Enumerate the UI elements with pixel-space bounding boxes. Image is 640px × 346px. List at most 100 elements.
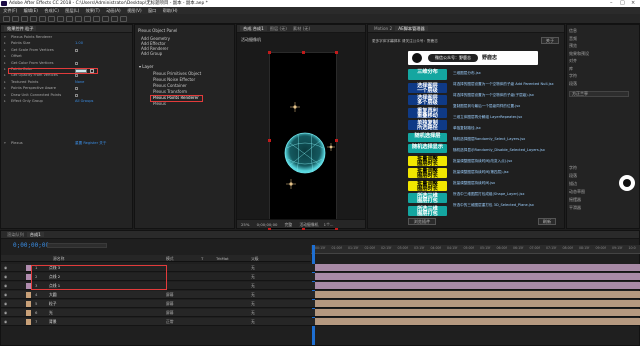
visibility-eye-icon[interactable]: ◉ xyxy=(4,300,7,308)
layer-mode[interactable]: 屏幕 xyxy=(166,300,174,308)
right-panel-section[interactable]: 描边 xyxy=(569,181,577,187)
effect-property-row[interactable]: ▸ Points Size 1.00 xyxy=(1,41,132,46)
comp-tab[interactable]: 素材 (无) xyxy=(290,26,313,31)
eraser-tool-icon[interactable] xyxy=(111,16,118,22)
script-item[interactable]: 所选中三维图层打包成组(Shape_Layer).jsx xyxy=(453,192,525,197)
script-item[interactable]: 批量调整图层持续时间.jsx xyxy=(453,181,495,186)
eyedropper-icon[interactable] xyxy=(90,69,94,73)
layer-row[interactable]: ◉ 7 背景 正常 无 xyxy=(1,318,640,326)
effect-property-row[interactable]: ▸ Offset xyxy=(1,54,132,59)
browse-plugins-button[interactable]: 浏览插件 xyxy=(408,218,436,225)
layer-row[interactable]: ◉ 6 光 屏幕 无 xyxy=(1,309,640,317)
layer-duration-bar[interactable] xyxy=(315,273,640,280)
visibility-eye-icon[interactable]: ◉ xyxy=(4,309,7,317)
right-panel-section[interactable]: 平滑器 xyxy=(569,205,581,211)
plexus-tree-item[interactable]: Plexus Transform xyxy=(153,89,187,94)
layer-name[interactable]: 粒子 xyxy=(49,300,57,308)
type-tool-icon[interactable] xyxy=(84,16,91,22)
plexus-tree-item[interactable]: Plexus Container xyxy=(153,83,187,88)
right-panel-item[interactable]: 效果和预设 xyxy=(569,51,589,57)
column-header[interactable]: 源名称 xyxy=(53,255,64,262)
brush-tool-icon[interactable] xyxy=(93,16,100,22)
comp-tab[interactable]: 图层 (无) xyxy=(267,26,290,31)
right-panel-item[interactable]: 字符 xyxy=(569,73,577,79)
layer-name[interactable]: 大圆 xyxy=(49,291,57,299)
plexus-tree-item[interactable]: Plexus Primitives Object xyxy=(153,71,201,76)
script-category-button[interactable]: 选择图层 一个层级 xyxy=(408,82,447,94)
label-color-chip[interactable] xyxy=(26,301,31,307)
plexus-add-item[interactable]: Add Group xyxy=(141,51,162,56)
script-category-button[interactable]: 随机选择显示 xyxy=(408,144,447,153)
right-panel-section[interactable]: 段落 xyxy=(569,173,577,179)
timeline-tab[interactable]: 渲染队列 xyxy=(4,232,27,237)
layer-row[interactable]: ◉ 5 粒子 屏幕 无 xyxy=(1,300,640,308)
effect-property-row[interactable]: ▸ Get Color From Vertices xyxy=(1,61,132,66)
script-category-button[interactable]: 重复再利 重叠移动 xyxy=(408,107,447,119)
column-header[interactable]: TrkMat xyxy=(216,255,229,262)
visibility-eye-icon[interactable]: ◉ xyxy=(4,282,7,290)
layer-search-input[interactable] xyxy=(47,243,107,248)
expand-arrow-icon[interactable]: ▸ xyxy=(4,54,6,59)
expand-arrow-icon[interactable]: ▾ xyxy=(4,35,6,40)
property-value[interactable]: None xyxy=(75,80,84,85)
script-item[interactable]: 将选择的图层设置为一个空物体的子级 Add Parented Null.jsx xyxy=(453,82,554,87)
script-category-button[interactable]: 批量调整 图层时长 xyxy=(408,168,447,179)
layer-parent[interactable]: 无 xyxy=(251,273,255,281)
script-category-button[interactable]: 选择图层 多个层级 xyxy=(408,95,447,106)
layer-parent[interactable]: 无 xyxy=(251,300,255,308)
menu-item[interactable]: 窗口 xyxy=(145,8,160,13)
layer-mode[interactable]: 正常 xyxy=(166,318,174,326)
expand-arrow-icon[interactable]: ▸ xyxy=(4,73,6,78)
property-value[interactable]: 重置 Register 关于 xyxy=(75,141,106,146)
right-panel-item[interactable]: 预览 xyxy=(569,43,577,49)
camera-tool-icon[interactable] xyxy=(48,16,55,22)
effect-property-row[interactable]: ▾ Plexus 重置 Register 关于 xyxy=(1,141,132,146)
expand-arrow-icon[interactable]: ▸ xyxy=(4,48,6,53)
menu-item[interactable]: 视图(V) xyxy=(124,8,145,13)
column-header[interactable]: 模式 xyxy=(166,255,174,262)
layer-duration-bar[interactable] xyxy=(315,309,640,316)
right-panel-item[interactable]: 音频 xyxy=(569,36,577,42)
layer-duration-bar[interactable] xyxy=(315,282,640,289)
effect-property-row[interactable]: ▸ Draw Unit Connected Points xyxy=(1,93,132,98)
effect-controls-tab[interactable]: 效果控件 粒子 xyxy=(4,26,37,31)
timeline-tab[interactable]: 合成1 xyxy=(26,232,44,237)
checkbox[interactable] xyxy=(75,48,78,52)
expand-arrow-icon[interactable]: ▸ xyxy=(4,67,6,72)
hand-tool-icon[interactable] xyxy=(21,16,28,22)
right-panel-item[interactable]: 对齐 xyxy=(569,58,577,64)
expand-arrow-icon[interactable]: ▸ xyxy=(4,41,6,46)
checkbox[interactable] xyxy=(75,61,78,65)
rotate-tool-icon[interactable] xyxy=(39,16,46,22)
effect-property-row[interactable]: ▸ Effect Only Group All Groups xyxy=(1,99,132,104)
script-category-button[interactable]: 批量调整 图层时长 xyxy=(408,180,447,192)
script-category-button[interactable]: 随机选择层 xyxy=(408,132,447,142)
layer-mode[interactable]: 屏幕 xyxy=(166,309,174,317)
layer-name[interactable]: 光 xyxy=(49,309,53,317)
composition-canvas[interactable] xyxy=(268,51,338,230)
points-color-swatch[interactable] xyxy=(75,69,87,73)
close-icon[interactable]: × xyxy=(631,0,635,7)
script-item[interactable]: 三维图层分布.jsx xyxy=(453,71,481,76)
expand-arrow-icon[interactable]: ▸ xyxy=(4,99,6,104)
script-category-button[interactable]: 所选三维 图层打包 xyxy=(408,193,447,204)
checkbox[interactable] xyxy=(75,93,78,97)
effect-property-row[interactable]: ▸ Points Perspective Aware xyxy=(1,86,132,91)
right-panel-section[interactable]: 字符 xyxy=(569,165,577,171)
label-color-chip[interactable] xyxy=(26,319,31,325)
zoom-level[interactable]: 25% xyxy=(241,222,249,227)
right-panel-item[interactable]: 库 xyxy=(569,66,573,72)
plexus-tree-item[interactable]: Plexus Noise Effector xyxy=(153,77,195,82)
script-category-button[interactable]: 三维分布 xyxy=(408,69,447,80)
home-tool-icon[interactable] xyxy=(3,16,10,22)
current-time[interactable]: 0;00;00;00 xyxy=(257,222,278,227)
menu-item[interactable]: 帮助(H) xyxy=(160,8,181,13)
camera-select[interactable]: 活动摄像机 xyxy=(299,222,318,227)
pen-tool-icon[interactable] xyxy=(75,16,82,22)
property-value[interactable]: All Groups xyxy=(75,99,93,104)
layer-parent[interactable]: 无 xyxy=(251,264,255,272)
checkbox[interactable] xyxy=(75,74,78,78)
script-item[interactable]: 所选中的三维图层重打包 3D_Selected_Plane.jsx xyxy=(453,203,534,208)
script-item[interactable]: 三维立体图层再分解组 LayerRepeater.jsx xyxy=(453,115,522,120)
layer-name[interactable]: 背景 xyxy=(49,318,57,326)
